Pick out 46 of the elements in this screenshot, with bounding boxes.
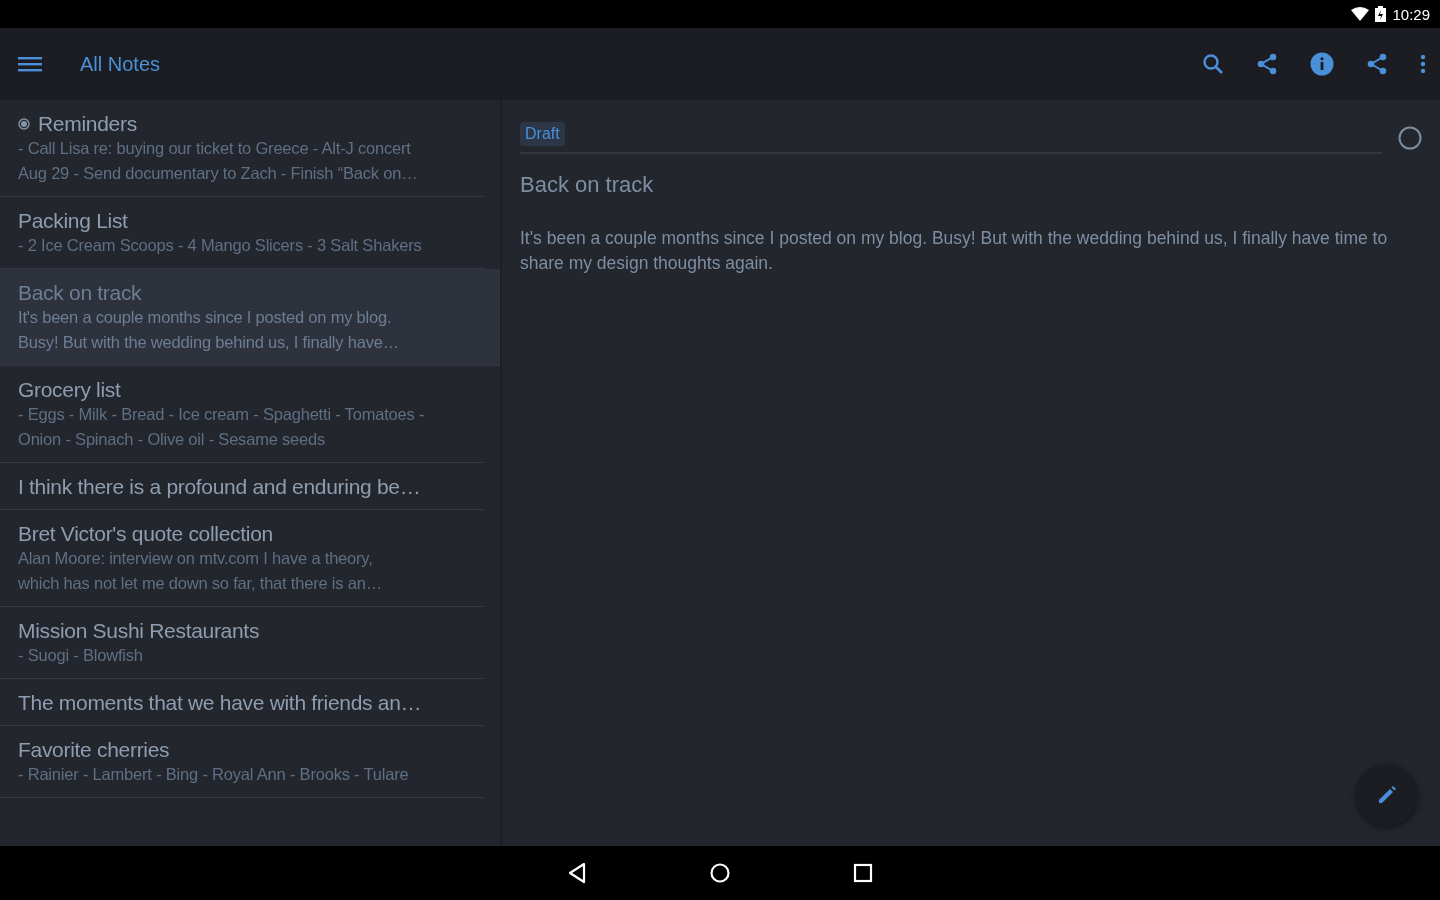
info-icon[interactable] — [1310, 52, 1334, 76]
note-title: Mission Sushi Restaurants — [18, 619, 260, 643]
note-preview: - Eggs - Milk - Bread - Ice cream - Spaghetti - Tomatoes - — [18, 404, 426, 425]
note-preview: Onion - Spinach - Olive oil - Sesame seeds — [18, 429, 327, 450]
more-icon[interactable] — [1420, 54, 1426, 74]
note-item[interactable]: Reminders - Call Lisa re: buying our ticket to Greece - Alt-J concert Aug 29 - Send documentary to Zach - Finish “Back on… — [0, 100, 484, 197]
circle-icon[interactable] — [1398, 126, 1422, 150]
menu-icon[interactable] — [18, 56, 42, 72]
back-icon[interactable] — [567, 862, 587, 884]
share-icon[interactable] — [1256, 53, 1278, 75]
wifi-icon — [1351, 7, 1370, 21]
note-item[interactable]: Back on track It's been a couple months since I posted on my blog. Busy! But with the wedding behind us, I finally have… — [0, 269, 500, 366]
note-preview: - Call Lisa re: buying our ticket to Greece - Alt-J concert — [18, 138, 412, 159]
note-title: Favorite cherries — [18, 738, 170, 762]
pencil-icon — [1376, 784, 1398, 806]
share-icon[interactable] — [1366, 53, 1388, 75]
toolbar-title: All Notes — [80, 52, 161, 76]
battery-icon — [1375, 6, 1387, 22]
tag-chip[interactable]: Draft — [520, 122, 565, 146]
note-title: Back on track — [18, 281, 142, 305]
note-preview: Aug 29 - Send documentary to Zach - Finish “Back on… — [18, 163, 419, 184]
note-preview: - Rainier - Lambert - Bing - Royal Ann - Brooks - Tulare — [18, 764, 410, 785]
note-title: Reminders — [38, 112, 137, 136]
home-icon[interactable] — [709, 862, 731, 884]
note-preview: Busy! But with the wedding behind us, I finally have… — [18, 332, 401, 353]
note-body: It's been a couple months since I posted on my blog. Busy! But with the wedding behind us, I finally have time to share my design thoughts again. — [520, 227, 1389, 275]
note-title: I think there is a profound and enduring be… — [18, 475, 421, 499]
note-preview: - Suogi - Blowfish — [18, 645, 144, 666]
note-item[interactable]: Mission Sushi Restaurants - Suogi - Blowfish — [0, 607, 484, 679]
clock: 10:29 — [1392, 5, 1430, 23]
note-preview: Alan Moore: interview on mtv.com I have a theory, — [18, 548, 374, 569]
note-item[interactable]: The moments that we have with friends an… — [0, 679, 484, 726]
note-item[interactable]: I think there is a profound and enduring be… — [0, 463, 484, 510]
search-icon[interactable] — [1202, 53, 1224, 75]
note-preview: which has not let me down so far, that there is an… — [18, 573, 383, 594]
note-title: Grocery list — [18, 378, 121, 402]
note-item[interactable]: Grocery list - Eggs - Milk - Bread - Ice cream - Spaghetti - Tomatoes - Onion - Spinach - Olive oil - Sesame seeds — [0, 366, 484, 463]
note-heading: Back on track — [520, 172, 655, 198]
note-item[interactable]: Favorite cherries - Rainier - Lambert - Bing - Royal Ann - Brooks - Tulare — [0, 726, 484, 798]
note-title: Packing List — [18, 209, 128, 233]
note-title: Bret Victor's quote collection — [18, 522, 273, 546]
note-item[interactable]: Bret Victor's quote collection Alan Moore: interview on mtv.com I have a theory, which has not let me down so far, that there is an… — [0, 510, 484, 607]
recents-icon[interactable] — [853, 863, 873, 883]
note-title: The moments that we have with friends an… — [18, 691, 422, 715]
note-preview: - 2 Ice Cream Scoops - 4 Mango Slicers - 3 Salt Shakers — [18, 235, 423, 256]
note-preview: It's been a couple months since I posted on my blog. — [18, 307, 393, 328]
